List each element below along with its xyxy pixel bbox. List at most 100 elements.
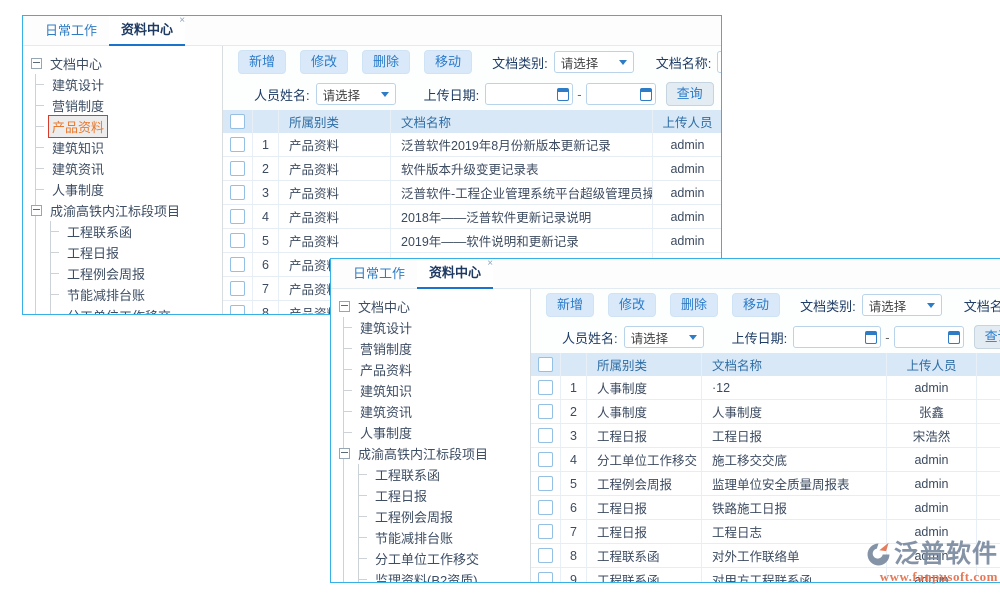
tab-bar: 日常工作 资料中心 × bbox=[331, 259, 1000, 289]
category-select[interactable]: 请选择 bbox=[554, 51, 634, 73]
tree-item[interactable]: 工程例会周报 bbox=[359, 506, 530, 527]
tree-item[interactable]: 建筑设计 bbox=[36, 74, 222, 95]
row-checkbox-cell bbox=[531, 496, 561, 519]
person-select[interactable]: 请选择 bbox=[316, 83, 396, 105]
tab-daily-work[interactable]: 日常工作 bbox=[33, 16, 109, 45]
row-checkbox[interactable] bbox=[230, 137, 245, 152]
tree-item[interactable]: 工程联系函 bbox=[359, 464, 530, 485]
tree-item[interactable]: 工程例会周报 bbox=[51, 263, 222, 284]
tree-branch-line bbox=[344, 390, 352, 391]
edit-button[interactable]: 修改 bbox=[300, 50, 348, 74]
delete-button[interactable]: 删除 bbox=[670, 293, 718, 317]
row-checkbox[interactable] bbox=[538, 524, 553, 539]
row-checkbox[interactable] bbox=[230, 281, 245, 296]
tree-item[interactable]: 建筑知识 bbox=[344, 380, 530, 401]
table-row[interactable]: 2人事制度人事制度张鑫 bbox=[531, 400, 1000, 424]
close-icon[interactable]: × bbox=[487, 259, 493, 269]
tree-item[interactable]: 建筑知识 bbox=[36, 137, 222, 158]
add-button[interactable]: 新增 bbox=[546, 293, 594, 317]
person-select-value: 请选择 bbox=[323, 85, 361, 104]
tree-item[interactable]: 监理资料(B2资质) bbox=[359, 569, 530, 582]
tree-item[interactable]: 工程日报 bbox=[51, 242, 222, 263]
cell-index: 2 bbox=[253, 157, 279, 180]
person-select[interactable]: 请选择 bbox=[624, 326, 704, 348]
row-checkbox[interactable] bbox=[230, 257, 245, 272]
select-all-checkbox[interactable] bbox=[230, 114, 245, 129]
tree-project-root[interactable]: 成渝高铁内江标段项目 bbox=[36, 200, 222, 221]
tree-item[interactable]: 人事制度 bbox=[344, 422, 530, 443]
tree-item[interactable]: 节能减排台账 bbox=[359, 527, 530, 548]
table-row[interactable]: 1产品资料泛普软件2019年8月份新版本更新记录admin bbox=[223, 133, 721, 157]
tree-project-root[interactable]: 成渝高铁内江标段项目 bbox=[344, 443, 530, 464]
row-checkbox[interactable] bbox=[230, 185, 245, 200]
tree-item-label: 营销制度 bbox=[356, 337, 416, 360]
tree-project-children: 工程联系函工程日报工程例会周报节能减排台账分工单位工作移交 bbox=[50, 221, 222, 314]
tree-item[interactable]: 营销制度 bbox=[36, 95, 222, 116]
calendar-icon[interactable] bbox=[948, 331, 960, 344]
add-button[interactable]: 新增 bbox=[238, 50, 286, 74]
tree-item[interactable]: 工程日报 bbox=[359, 485, 530, 506]
tree-root-document-center[interactable]: 文档中心 bbox=[31, 53, 222, 74]
calendar-icon[interactable] bbox=[865, 331, 877, 344]
tree-item[interactable]: 营销制度 bbox=[344, 338, 530, 359]
table-row[interactable]: 3工程日报工程日报宋浩然 bbox=[531, 424, 1000, 448]
tab-data-center[interactable]: 资料中心 × bbox=[417, 258, 493, 289]
tree-item[interactable]: 工程联系函 bbox=[51, 221, 222, 242]
table-row[interactable]: 5产品资料2019年——软件说明和更新记录admin bbox=[223, 229, 721, 253]
row-checkbox[interactable] bbox=[538, 572, 553, 582]
delete-button[interactable]: 删除 bbox=[362, 50, 410, 74]
table-row[interactable]: 1人事制度·12admin bbox=[531, 376, 1000, 400]
collapse-icon[interactable] bbox=[31, 58, 42, 69]
tree-item[interactable]: 节能减排台账 bbox=[51, 284, 222, 305]
table-row[interactable]: 5工程例会周报监理单位安全质量周报表admin bbox=[531, 472, 1000, 496]
tree-item-label: 工程例会周报 bbox=[63, 262, 149, 285]
collapse-icon[interactable] bbox=[339, 301, 350, 312]
row-checkbox[interactable] bbox=[538, 548, 553, 563]
tree-item[interactable]: 建筑资讯 bbox=[344, 401, 530, 422]
move-button[interactable]: 移动 bbox=[732, 293, 780, 317]
tab-bar: 日常工作 资料中心 × bbox=[23, 16, 721, 46]
collapse-icon[interactable] bbox=[31, 205, 42, 216]
tree-item[interactable]: 建筑设计 bbox=[344, 317, 530, 338]
row-checkbox[interactable] bbox=[538, 404, 553, 419]
category-select[interactable]: 请选择 bbox=[862, 294, 942, 316]
row-checkbox[interactable] bbox=[230, 209, 245, 224]
tree-item[interactable]: 分工单位工作移交 bbox=[51, 305, 222, 314]
table-row[interactable]: 3产品资料泛普软件-工程企业管理系统平台超级管理员操作手册admin bbox=[223, 181, 721, 205]
table-row[interactable]: 6工程日报铁路施工日报admin bbox=[531, 496, 1000, 520]
row-checkbox[interactable] bbox=[230, 161, 245, 176]
tree-item[interactable]: 分工单位工作移交 bbox=[359, 548, 530, 569]
table-row[interactable]: 4分工单位工作移交施工移交交底admin bbox=[531, 448, 1000, 472]
tree-root-document-center[interactable]: 文档中心 bbox=[339, 296, 530, 317]
docname-input[interactable] bbox=[717, 51, 721, 73]
edit-button[interactable]: 修改 bbox=[608, 293, 656, 317]
row-checkbox[interactable] bbox=[538, 500, 553, 515]
tree-item[interactable]: 建筑资讯 bbox=[36, 158, 222, 179]
select-all-checkbox[interactable] bbox=[538, 357, 553, 372]
calendar-icon[interactable] bbox=[557, 88, 569, 101]
row-checkbox[interactable] bbox=[230, 233, 245, 248]
tab-daily-work[interactable]: 日常工作 bbox=[341, 259, 417, 288]
row-checkbox[interactable] bbox=[538, 476, 553, 491]
close-icon[interactable]: × bbox=[179, 16, 185, 26]
tree-item[interactable]: 人事制度 bbox=[36, 179, 222, 200]
tree-branch-line bbox=[51, 294, 59, 295]
table-row[interactable]: 2产品资料软件版本升级变更记录表admin bbox=[223, 157, 721, 181]
tree-item[interactable]: 产品资料 bbox=[36, 116, 222, 137]
row-checkbox[interactable] bbox=[230, 305, 245, 314]
row-checkbox[interactable] bbox=[538, 452, 553, 467]
cell-docname: 2019年——软件说明和更新记录 bbox=[391, 229, 653, 252]
row-checkbox[interactable] bbox=[538, 428, 553, 443]
query-button[interactable]: 查询 bbox=[974, 325, 1000, 349]
move-button[interactable]: 移动 bbox=[424, 50, 472, 74]
tree-item[interactable]: 产品资料 bbox=[344, 359, 530, 380]
category-select-value: 请选择 bbox=[561, 53, 599, 72]
calendar-icon[interactable] bbox=[640, 88, 652, 101]
cell-index: 6 bbox=[253, 253, 279, 276]
table-row[interactable]: 4产品资料2018年——泛普软件更新记录说明admin bbox=[223, 205, 721, 229]
tab-data-center[interactable]: 资料中心 × bbox=[109, 15, 185, 46]
query-button[interactable]: 查询 bbox=[666, 82, 714, 106]
row-checkbox[interactable] bbox=[538, 380, 553, 395]
collapse-icon[interactable] bbox=[339, 448, 350, 459]
tree-children: 建筑设计营销制度产品资料建筑知识建筑资讯人事制度成渝高铁内江标段项目工程联系函工… bbox=[343, 317, 530, 582]
